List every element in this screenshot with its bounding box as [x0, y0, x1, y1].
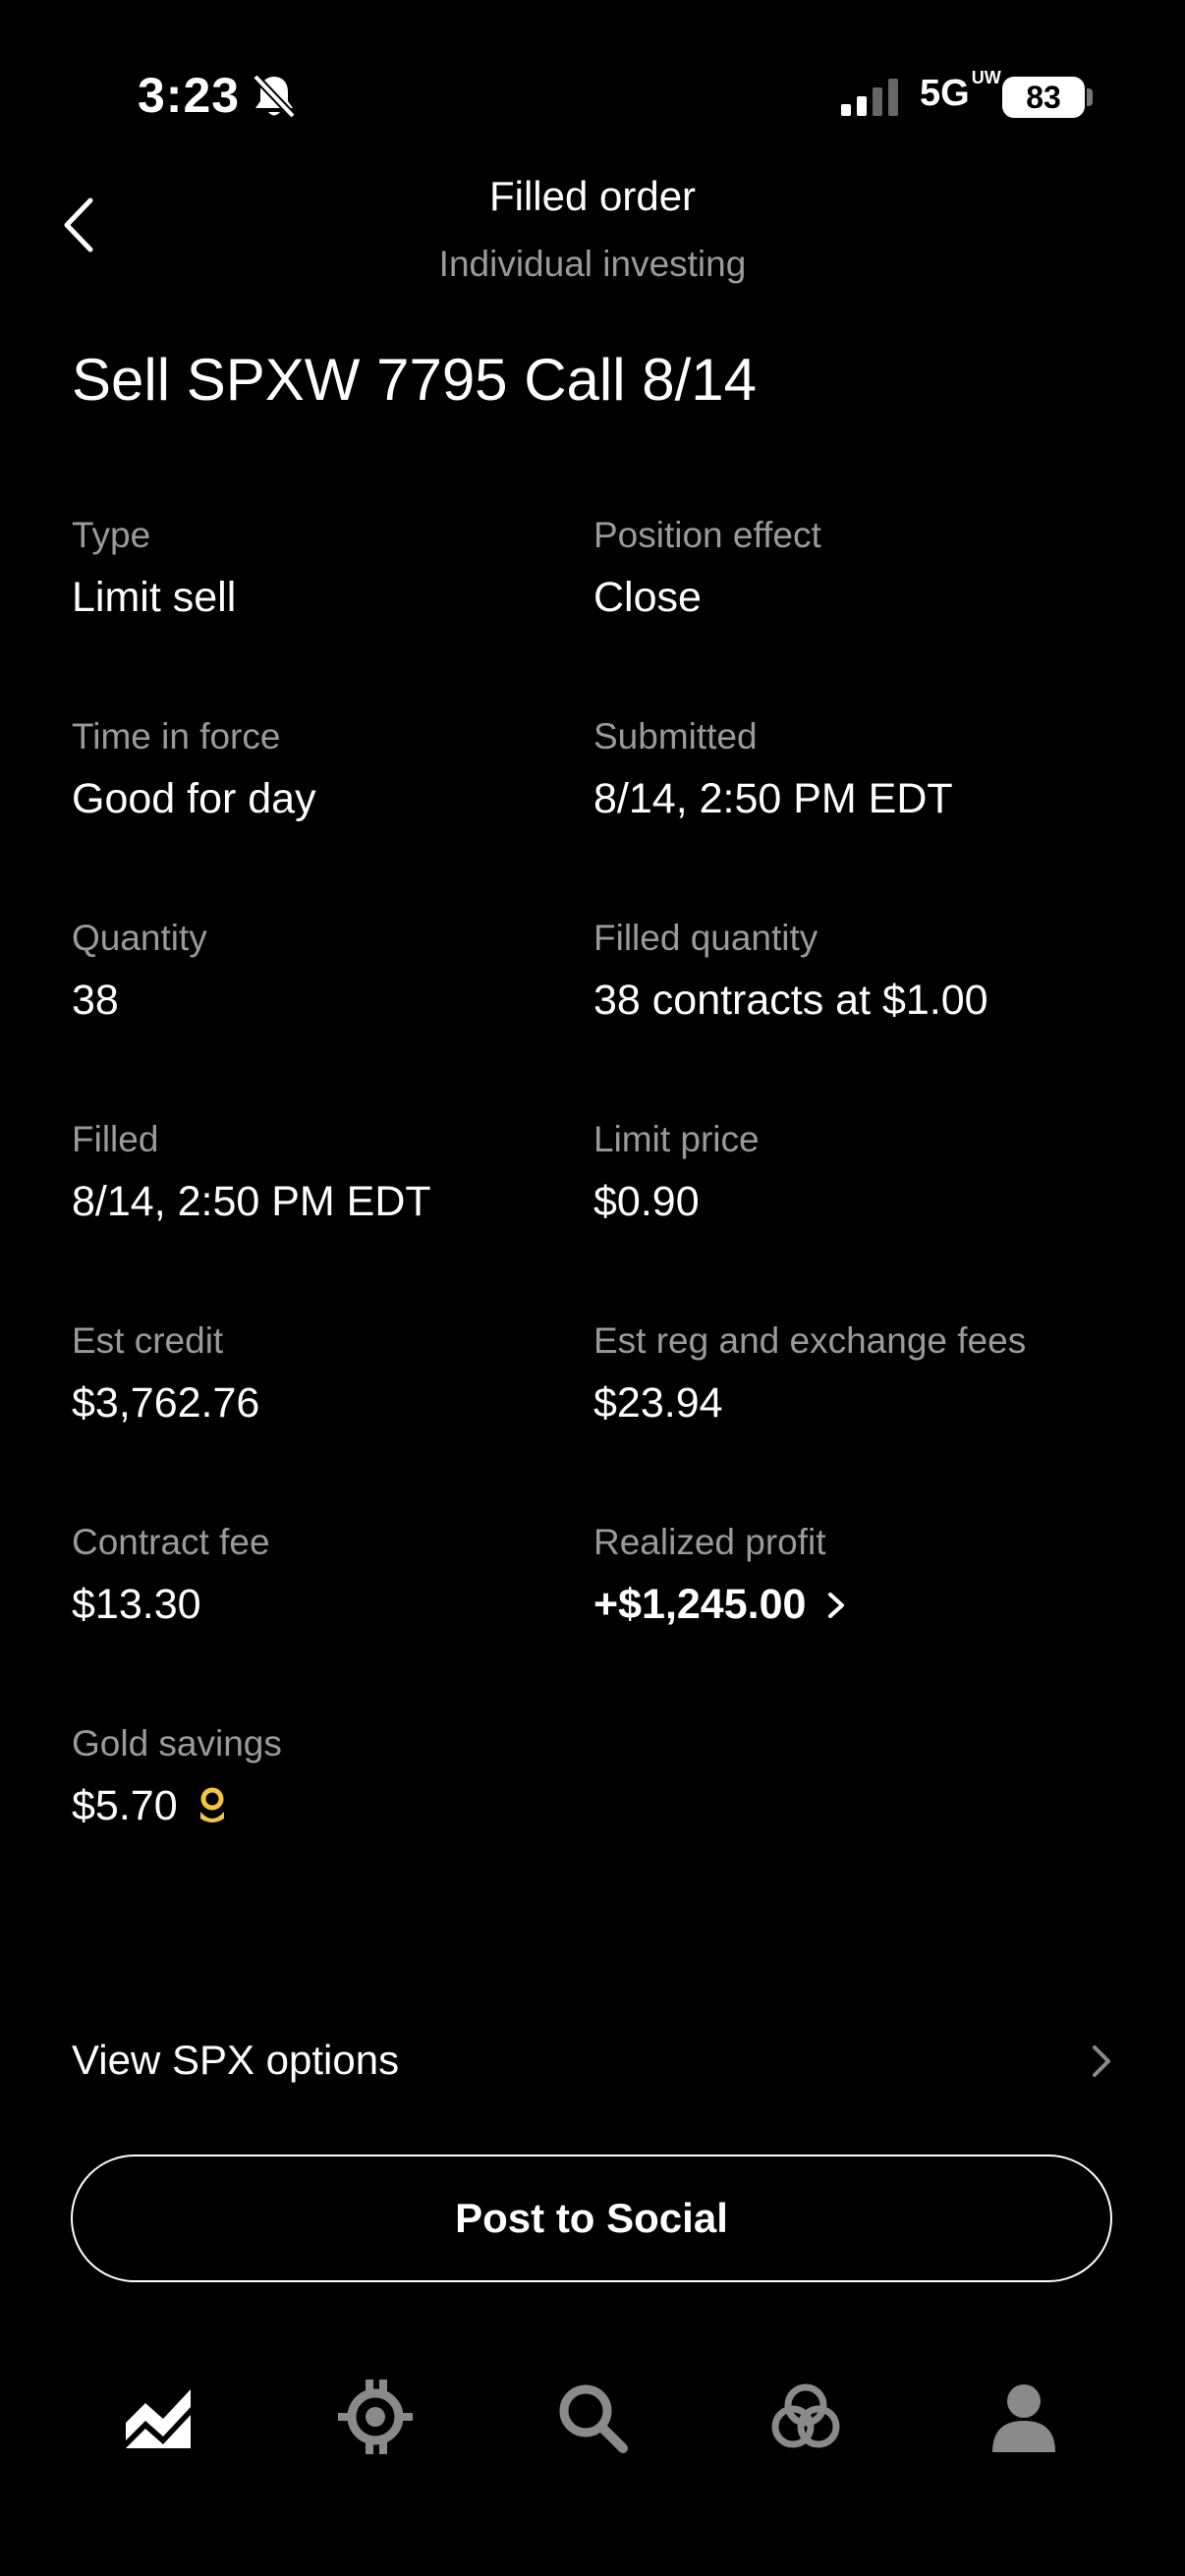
field-value: $5.70	[72, 1782, 178, 1829]
search-icon	[559, 2384, 628, 2453]
network-superscript: UW	[971, 68, 1001, 88]
field-label: Quantity	[72, 918, 207, 958]
order-title: Sell SPXW 7795 Call 8/14	[72, 347, 758, 413]
field-filled-quantity: Filled quantity 38 contracts at $1.00	[593, 918, 988, 1025]
network-label: 5G	[920, 73, 970, 114]
page-subtitle: Individual investing	[438, 244, 747, 284]
field-label: Time in force	[72, 716, 281, 756]
tab-crypto[interactable]	[336, 2378, 415, 2456]
field-position-effect: Position effect Close	[593, 515, 821, 622]
page-title: Filled order	[488, 173, 697, 219]
status-time: 3:23	[138, 68, 241, 123]
field-label: Contract fee	[72, 1522, 270, 1562]
field-value: 8/14, 2:50 PM EDT	[593, 775, 953, 822]
bottom-tab-bar	[0, 2358, 1185, 2466]
field-value: 38 contracts at $1.00	[593, 977, 988, 1024]
tab-account[interactable]	[985, 2378, 1063, 2456]
field-value: 38	[72, 977, 119, 1024]
view-options-row[interactable]: View SPX options	[72, 2028, 1113, 2093]
crypto-icon	[338, 2380, 413, 2454]
field-label: Type	[72, 515, 151, 555]
network-indicator: 5G UW	[920, 68, 1001, 115]
field-value: Limit sell	[72, 574, 237, 621]
field-type: Type Limit sell	[72, 515, 236, 622]
post-to-social-button[interactable]: Post to Social	[71, 2155, 1112, 2282]
strategies-icon	[771, 2383, 840, 2448]
view-options-label: View SPX options	[72, 2037, 400, 2083]
cell-signal-icon	[841, 79, 902, 116]
field-value: 8/14, 2:50 PM EDT	[72, 1178, 431, 1225]
field-label: Submitted	[593, 716, 758, 756]
chevron-right-icon	[828, 1593, 845, 1618]
chevron-right-icon	[1093, 2045, 1110, 2077]
field-est-credit: Est credit $3,762.76	[72, 1320, 259, 1428]
field-time-in-force: Time in force Good for day	[72, 716, 316, 823]
field-filled: Filled 8/14, 2:50 PM EDT	[72, 1119, 431, 1226]
realized-profit-value: +$1,245.00	[593, 1581, 847, 1629]
account-person-icon	[992, 2384, 1055, 2452]
field-value: Good for day	[72, 775, 316, 822]
field-limit-price: Limit price $0.90	[593, 1119, 760, 1226]
investing-chart-icon	[126, 2389, 191, 2448]
gold-savings-value: $5.70	[72, 1782, 282, 1830]
field-label: Gold savings	[72, 1723, 282, 1764]
tab-search[interactable]	[552, 2378, 631, 2456]
field-value: Close	[593, 574, 702, 621]
field-value: $13.30	[72, 1581, 201, 1628]
field-value: +$1,245.00	[593, 1581, 807, 1628]
field-label: Est reg and exchange fees	[593, 1320, 1027, 1361]
field-label: Limit price	[593, 1119, 760, 1159]
field-label: Filled	[72, 1119, 159, 1159]
battery-nub	[1087, 88, 1093, 106]
field-est-fees: Est reg and exchange fees $23.94	[593, 1320, 1026, 1428]
field-label: Position effect	[593, 515, 821, 555]
battery-indicator: 83	[1002, 77, 1085, 118]
tab-investing[interactable]	[120, 2378, 198, 2456]
field-value: $23.94	[593, 1379, 723, 1427]
field-contract-fee: Contract fee $13.30	[72, 1522, 270, 1629]
field-value: $3,762.76	[72, 1379, 260, 1427]
field-quantity: Quantity 38	[72, 918, 207, 1025]
tab-strategies[interactable]	[766, 2378, 845, 2456]
field-label: Realized profit	[593, 1522, 826, 1562]
bell-slash-icon	[252, 73, 297, 120]
gold-icon	[199, 1787, 224, 1822]
field-value: $0.90	[593, 1178, 700, 1225]
field-gold-savings: Gold savings $5.70	[72, 1723, 282, 1830]
status-bar: 3:23 5G UW 83	[0, 0, 1185, 187]
field-label: Filled quantity	[593, 918, 818, 958]
field-label: Est credit	[72, 1320, 224, 1361]
realized-profit-link[interactable]: Realized profit +$1,245.00	[593, 1522, 847, 1629]
field-submitted: Submitted 8/14, 2:50 PM EDT	[593, 716, 953, 823]
